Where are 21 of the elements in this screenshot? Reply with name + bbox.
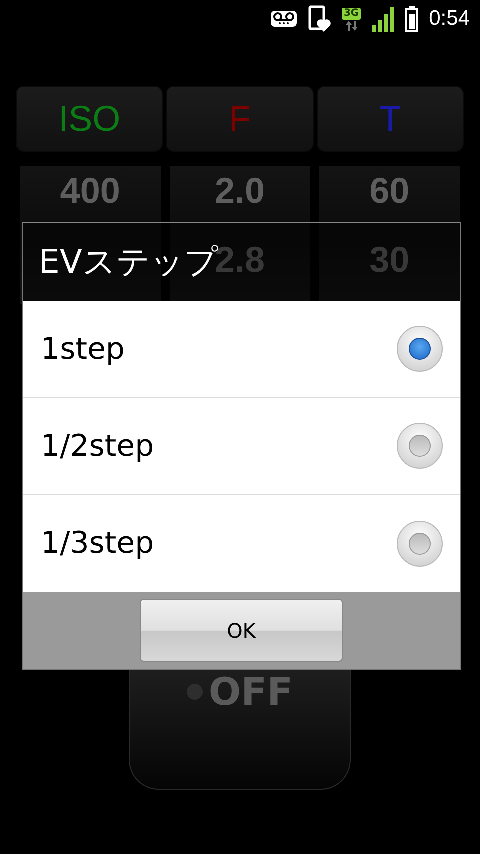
- voicemail-icon: [270, 9, 298, 29]
- network-badge: 3G: [342, 8, 362, 20]
- battery-icon: [405, 5, 420, 33]
- option-label: 1/2step: [41, 428, 154, 464]
- wheel-value: 60: [370, 169, 410, 213]
- wheel-value: 2.0: [214, 169, 266, 213]
- signal-icon: [371, 5, 396, 33]
- wheel-value: 400: [60, 169, 120, 213]
- option-label: 1step: [41, 332, 125, 366]
- clock-time: 0:54: [429, 7, 470, 31]
- option-row[interactable]: 1step: [23, 301, 460, 398]
- switch-label: OFF: [208, 670, 294, 714]
- phone-heart-icon: [308, 5, 332, 33]
- option-row[interactable]: 1/2step: [23, 398, 460, 495]
- option-row[interactable]: 1/3step: [23, 495, 460, 592]
- data-arrows-icon: [344, 20, 359, 30]
- radio-button[interactable]: [397, 520, 443, 566]
- radio-button[interactable]: [397, 326, 443, 372]
- radio-button[interactable]: [397, 423, 443, 469]
- option-label: 1/3step: [41, 526, 154, 561]
- ok-button[interactable]: OK: [140, 599, 343, 662]
